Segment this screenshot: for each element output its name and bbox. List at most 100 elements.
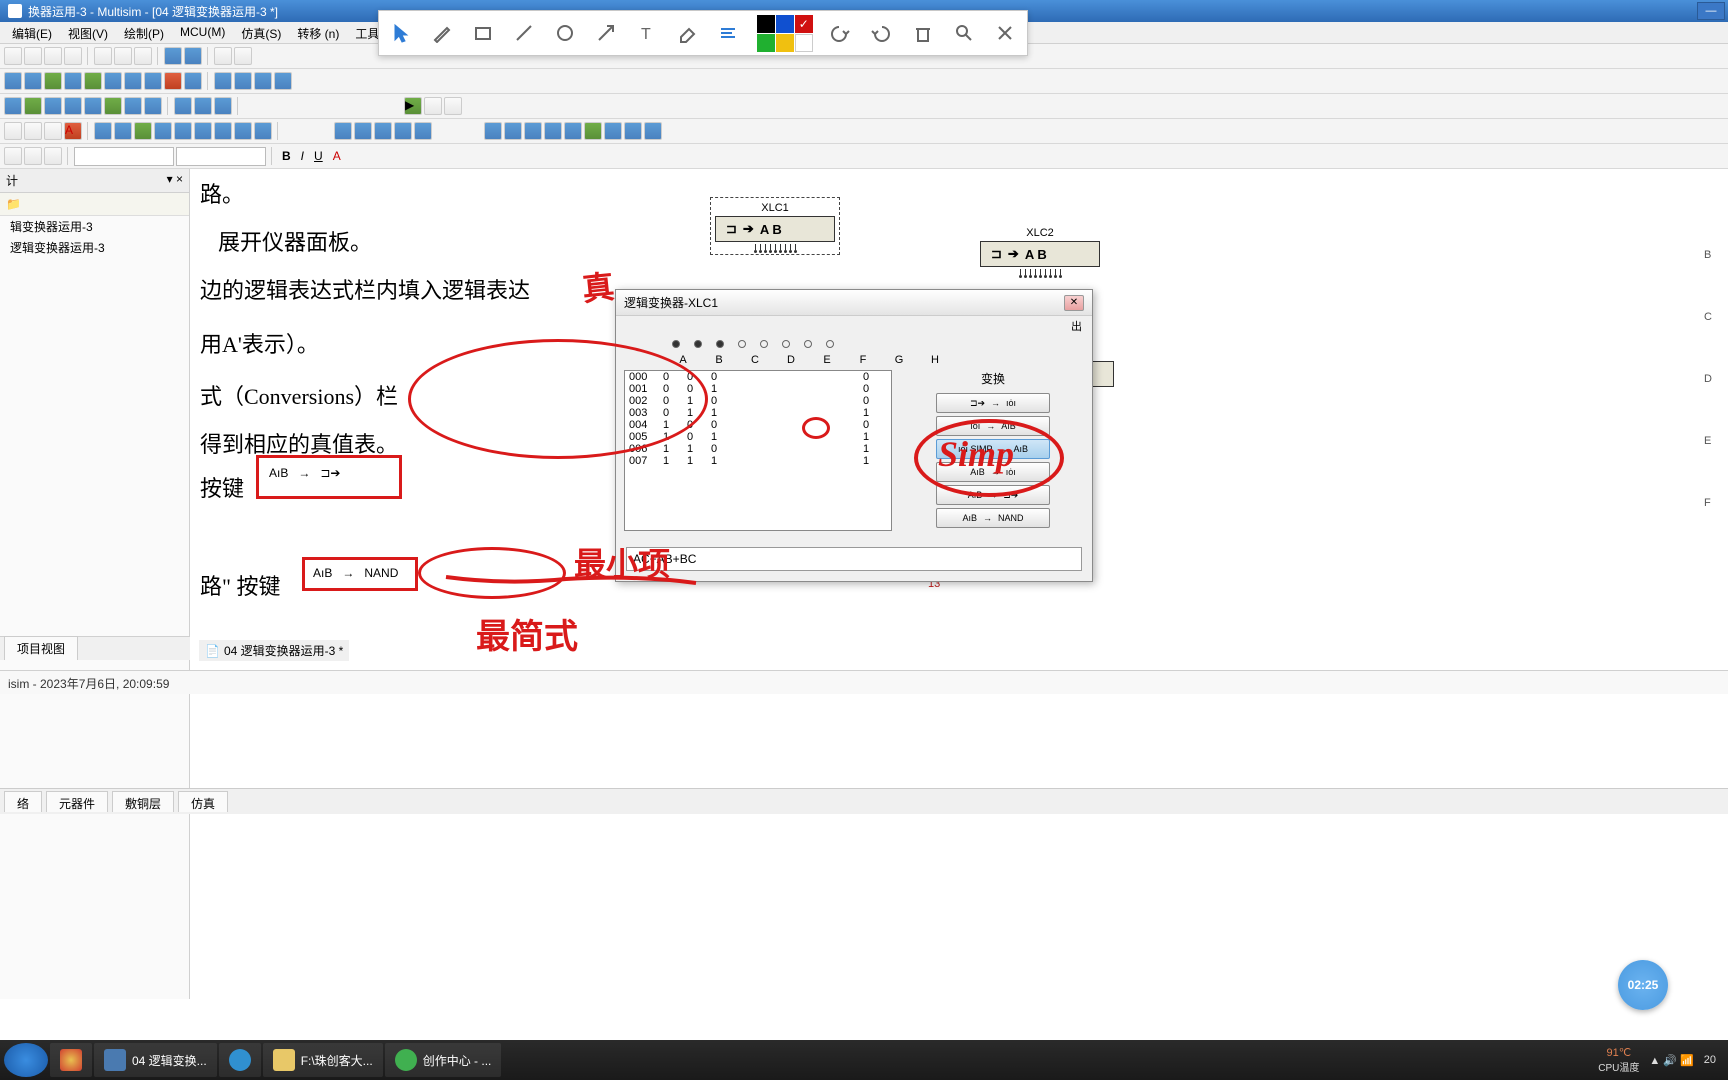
undo-icon[interactable]	[829, 20, 854, 46]
arrow-tool-icon[interactable]	[593, 20, 618, 46]
tb-b10[interactable]	[184, 72, 202, 90]
system-tray[interactable]: 91℃CPU温度 ▲ 🔊 📶 20	[1598, 1046, 1724, 1074]
tb-f3[interactable]	[524, 122, 542, 140]
tb-open-icon[interactable]	[24, 47, 42, 65]
xlc2-component[interactable]: XLC2 ⊐➔A B	[980, 227, 1100, 275]
xlc1-component[interactable]: XLC1 ⊐➔A B	[710, 197, 840, 255]
taskbar-multisim[interactable]: 04 逻辑变换...	[94, 1043, 217, 1077]
taskbar-chrome[interactable]	[50, 1043, 92, 1077]
align-tool-icon[interactable]	[716, 20, 741, 46]
start-button[interactable]	[4, 1043, 48, 1077]
tb-c11[interactable]	[214, 97, 232, 115]
font-family-input[interactable]	[74, 147, 174, 166]
tb-d12[interactable]	[234, 122, 252, 140]
tb-b11[interactable]	[214, 72, 232, 90]
tb-d2[interactable]	[24, 122, 42, 140]
menu-view[interactable]: 视图(V)	[60, 22, 116, 43]
taskbar[interactable]: 04 逻辑变换... F:\珠创客大... 创作中心 - ... 91℃CPU温…	[0, 1040, 1728, 1080]
taskbar-app2[interactable]	[219, 1043, 261, 1077]
tb-undo-icon[interactable]	[164, 47, 182, 65]
italic-button[interactable]: I	[297, 149, 308, 163]
color-picker[interactable]	[757, 15, 813, 52]
tb-d3[interactable]	[44, 122, 62, 140]
tb-g2[interactable]	[24, 147, 42, 165]
tb-stop-icon[interactable]	[444, 97, 462, 115]
text-tool-icon[interactable]: T	[634, 20, 659, 46]
dialog-close-button[interactable]: ✕	[1064, 295, 1084, 311]
terminal-b[interactable]	[694, 340, 702, 348]
underline-button[interactable]: U	[310, 149, 327, 163]
font-color-button[interactable]: A	[329, 149, 345, 163]
tab-sim[interactable]: 仿真	[178, 791, 228, 812]
tab-project-view[interactable]: 项目视图	[4, 636, 78, 660]
tb-b8[interactable]	[144, 72, 162, 90]
delete-icon[interactable]	[910, 20, 935, 46]
menu-edit[interactable]: 编辑(E)	[4, 22, 60, 43]
expression-input[interactable]	[626, 547, 1082, 571]
tb-b2[interactable]	[24, 72, 42, 90]
tb-b1[interactable]	[4, 72, 22, 90]
tb-d11[interactable]	[214, 122, 232, 140]
tb-d9[interactable]	[174, 122, 192, 140]
tb-f9[interactable]	[644, 122, 662, 140]
search-icon[interactable]	[951, 20, 976, 46]
tb-e5[interactable]	[414, 122, 432, 140]
rect-tool-icon[interactable]	[471, 20, 496, 46]
terminal-a[interactable]	[672, 340, 680, 348]
tb-e1[interactable]	[334, 122, 352, 140]
tb-c5[interactable]	[84, 97, 102, 115]
tb-f4[interactable]	[544, 122, 562, 140]
tb-e3[interactable]	[374, 122, 392, 140]
terminal-h[interactable]	[826, 340, 834, 348]
conv-expr-to-nand[interactable]: AıB→NAND	[936, 508, 1050, 528]
tb-f1[interactable]	[484, 122, 502, 140]
tb-d6[interactable]	[114, 122, 132, 140]
tb-f2[interactable]	[504, 122, 522, 140]
tb-b12[interactable]	[234, 72, 252, 90]
terminal-f[interactable]	[782, 340, 790, 348]
tb-d4[interactable]: A	[64, 122, 82, 140]
tab-components[interactable]: 元器件	[46, 791, 108, 812]
tb-c4[interactable]	[64, 97, 82, 115]
tb-copy-icon[interactable]	[114, 47, 132, 65]
tb-e4[interactable]	[394, 122, 412, 140]
tb-b4[interactable]	[64, 72, 82, 90]
tb-d5[interactable]	[94, 122, 112, 140]
tb-c1[interactable]	[4, 97, 22, 115]
pointer-tool-icon[interactable]	[389, 20, 414, 46]
tb-c9[interactable]	[174, 97, 192, 115]
conv-circuit-to-table[interactable]: ⊐➔→ıȯı	[936, 393, 1050, 413]
annotation-toolbar[interactable]: T	[378, 10, 1028, 56]
tb-c3[interactable]	[44, 97, 62, 115]
tb-f8[interactable]	[624, 122, 642, 140]
tb-zoom-out-icon[interactable]	[234, 47, 252, 65]
line-tool-icon[interactable]	[512, 20, 537, 46]
bold-button[interactable]: B	[278, 149, 295, 163]
tb-c10[interactable]	[194, 97, 212, 115]
tb-g3[interactable]	[44, 147, 62, 165]
tb-save-icon[interactable]	[44, 47, 62, 65]
tb-b9[interactable]	[164, 72, 182, 90]
menu-transfer[interactable]: 转移 (n)	[289, 22, 347, 43]
tb-paste-icon[interactable]	[134, 47, 152, 65]
redo-icon[interactable]	[870, 20, 895, 46]
tab-net[interactable]: 络	[4, 791, 42, 812]
tb-d13[interactable]	[254, 122, 272, 140]
tb-b7[interactable]	[124, 72, 142, 90]
tb-e2[interactable]	[354, 122, 372, 140]
terminal-c[interactable]	[716, 340, 724, 348]
pen-tool-icon[interactable]	[430, 20, 455, 46]
terminal-g[interactable]	[804, 340, 812, 348]
tb-g1[interactable]	[4, 147, 22, 165]
eraser-tool-icon[interactable]	[675, 20, 700, 46]
tb-f7[interactable]	[604, 122, 622, 140]
tb-f5[interactable]	[564, 122, 582, 140]
taskbar-explorer[interactable]: F:\珠创客大...	[263, 1043, 383, 1077]
close-toolbar-icon[interactable]	[992, 20, 1017, 46]
tb-d10[interactable]	[194, 122, 212, 140]
tb-f6[interactable]	[584, 122, 602, 140]
tb-b13[interactable]	[254, 72, 272, 90]
tab-copper[interactable]: 敷铜层	[112, 791, 174, 812]
minimize-button[interactable]: —	[1697, 2, 1725, 20]
tb-redo-icon[interactable]	[184, 47, 202, 65]
